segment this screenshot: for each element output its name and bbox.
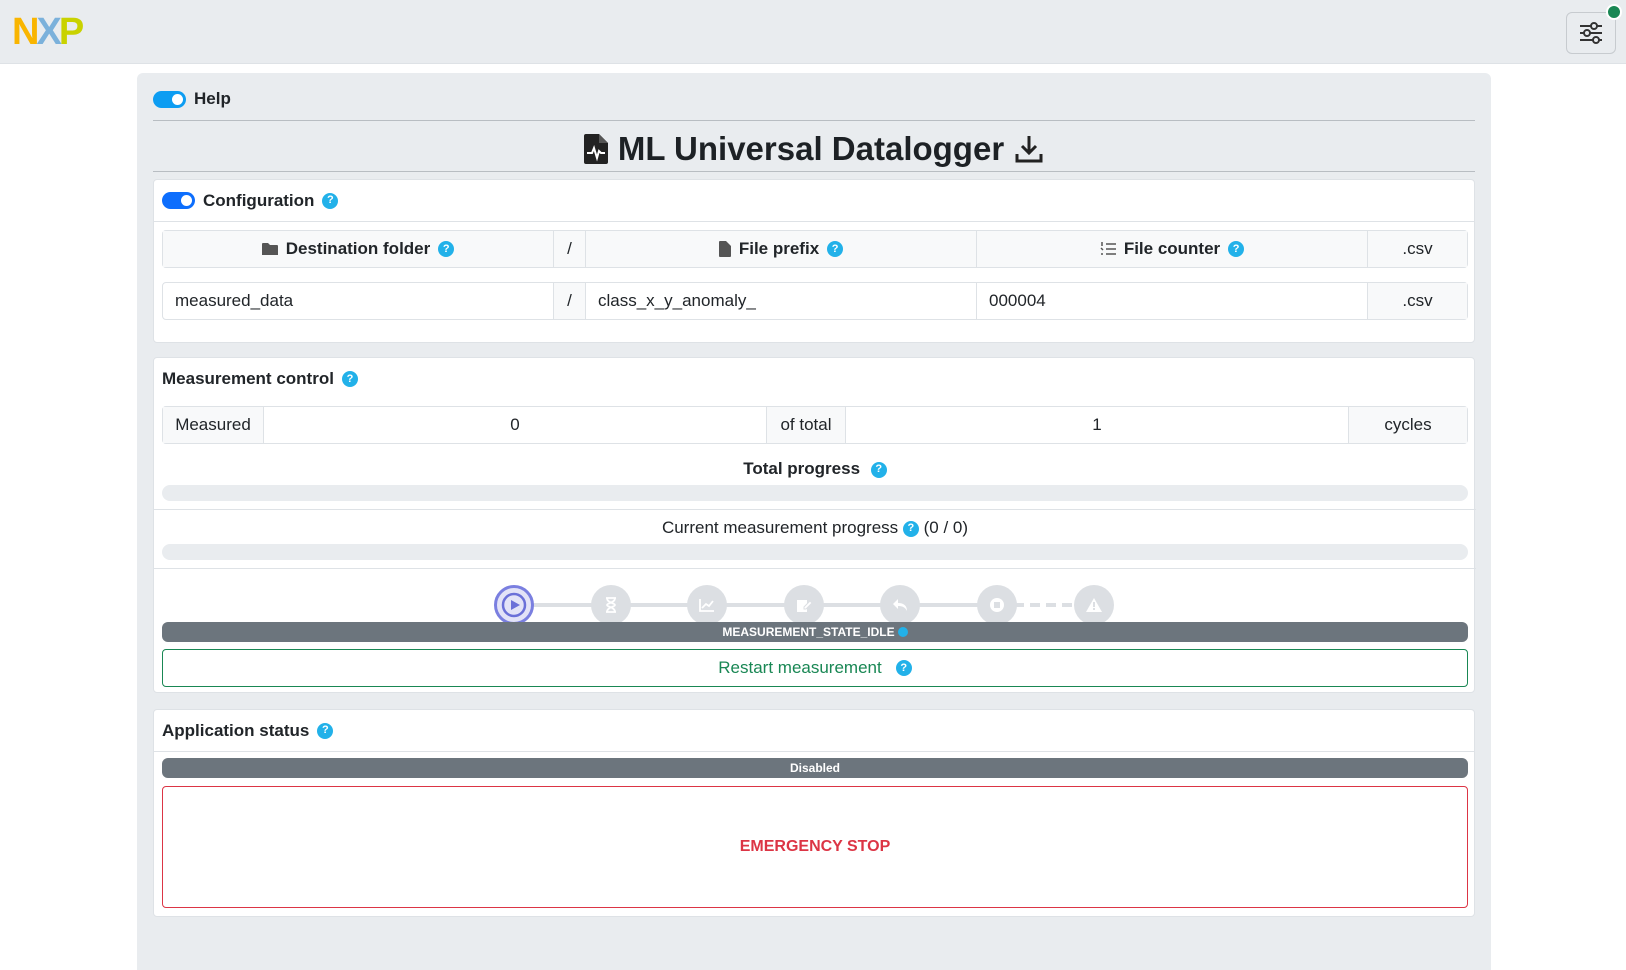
current-progress-title: Current measurement progress ? (0 / 0) <box>661 518 969 537</box>
configuration-header: Configuration ? <box>154 180 1474 222</box>
file-prefix-header: File prefix ? <box>586 231 977 267</box>
application-status-header: Application status ? <box>154 710 1474 752</box>
destination-folder-header: Destination folder ? <box>163 231 554 267</box>
emergency-stop-button[interactable]: EMERGENCY STOP <box>162 786 1468 908</box>
configuration-input-row: measured_data / class_x_y_anomaly_ 00000… <box>162 282 1468 320</box>
total-cycles-input[interactable]: 1 <box>846 407 1349 443</box>
help-switch[interactable] <box>153 90 186 108</box>
file-counter-input[interactable]: 000004 <box>977 283 1368 319</box>
undo-icon <box>892 598 908 612</box>
play-icon <box>501 592 527 618</box>
main-panel: Help ML Universal Datalogger Configurati… <box>137 73 1491 970</box>
application-status-card: Application status ? Disabled EMERGENCY … <box>153 709 1475 917</box>
measurement-control-header: Measurement control ? <box>154 358 1474 400</box>
current-progress-bar <box>162 544 1468 560</box>
help-icon[interactable]: ? <box>870 461 887 478</box>
help-icon[interactable]: ? <box>322 192 339 209</box>
configuration-header-row: Destination folder ? / File prefix ? Fil… <box>162 230 1468 268</box>
total-progress-title: Total progress ? <box>154 459 1476 479</box>
stop-icon <box>989 597 1005 613</box>
help-icon[interactable]: ? <box>341 371 358 387</box>
file-counter-header: File counter ? <box>977 231 1368 267</box>
help-toggle-row: Help <box>153 89 231 109</box>
cycles-label: cycles <box>1349 407 1467 443</box>
measurement-control-card: Measurement control ? Measured 0 of tota… <box>153 357 1476 693</box>
file-icon <box>718 241 731 257</box>
status-indicator-dot <box>1606 4 1622 20</box>
measured-label: Measured <box>163 407 264 443</box>
divider <box>154 568 1476 569</box>
help-icon[interactable]: ? <box>827 241 844 257</box>
hourglass-icon <box>605 597 617 613</box>
configuration-switch[interactable] <box>162 192 195 209</box>
help-icon[interactable]: ? <box>317 722 334 739</box>
measurement-state-bar: MEASUREMENT_STATE_IDLE <box>162 622 1468 642</box>
divider <box>153 120 1475 121</box>
page-title: ML Universal Datalogger <box>153 125 1475 173</box>
warning-icon <box>1086 598 1102 612</box>
step-connector <box>514 603 1014 607</box>
file-prefix-input[interactable]: class_x_y_anomaly_ <box>586 283 977 319</box>
divider <box>154 509 1476 510</box>
file-waveform-icon <box>583 134 608 164</box>
download-icon <box>1014 134 1044 164</box>
step-reset[interactable] <box>880 585 920 625</box>
total-progress-bar <box>162 485 1468 501</box>
path-separator: / <box>554 231 586 267</box>
extension-label: .csv <box>1368 231 1467 267</box>
extension-label: .csv <box>1368 283 1467 319</box>
help-icon[interactable]: ? <box>902 520 919 537</box>
step-record[interactable] <box>687 585 727 625</box>
edit-icon <box>796 597 812 613</box>
nxp-logo: NXP <box>12 11 84 53</box>
measurement-stepper <box>494 583 1114 627</box>
chart-icon <box>699 598 715 612</box>
help-icon[interactable]: ? <box>438 241 455 257</box>
divider <box>153 171 1475 172</box>
of-total-label: of total <box>767 407 846 443</box>
top-navbar: NXP <box>0 0 1626 64</box>
destination-folder-input[interactable]: measured_data <box>163 283 554 319</box>
step-error[interactable] <box>1074 585 1114 625</box>
step-stop[interactable] <box>977 585 1017 625</box>
path-separator: / <box>554 283 586 319</box>
step-save[interactable] <box>784 585 824 625</box>
info-dot-icon <box>897 627 908 637</box>
help-icon[interactable]: ? <box>1228 241 1245 257</box>
help-label: Help <box>194 89 231 108</box>
measured-value: 0 <box>264 407 767 443</box>
list-ordered-icon <box>1100 242 1116 256</box>
step-wait[interactable] <box>591 585 631 625</box>
configuration-card: Configuration ? Destination folder ? / F… <box>153 179 1475 343</box>
cycles-row: Measured 0 of total 1 cycles <box>162 406 1468 444</box>
sliders-icon <box>1578 21 1604 45</box>
folder-icon <box>261 242 278 256</box>
restart-measurement-button[interactable]: Restart measurement ? <box>162 649 1468 687</box>
help-icon[interactable]: ? <box>895 660 912 676</box>
step-measure[interactable] <box>494 585 534 625</box>
application-status-bar: Disabled <box>162 758 1468 778</box>
